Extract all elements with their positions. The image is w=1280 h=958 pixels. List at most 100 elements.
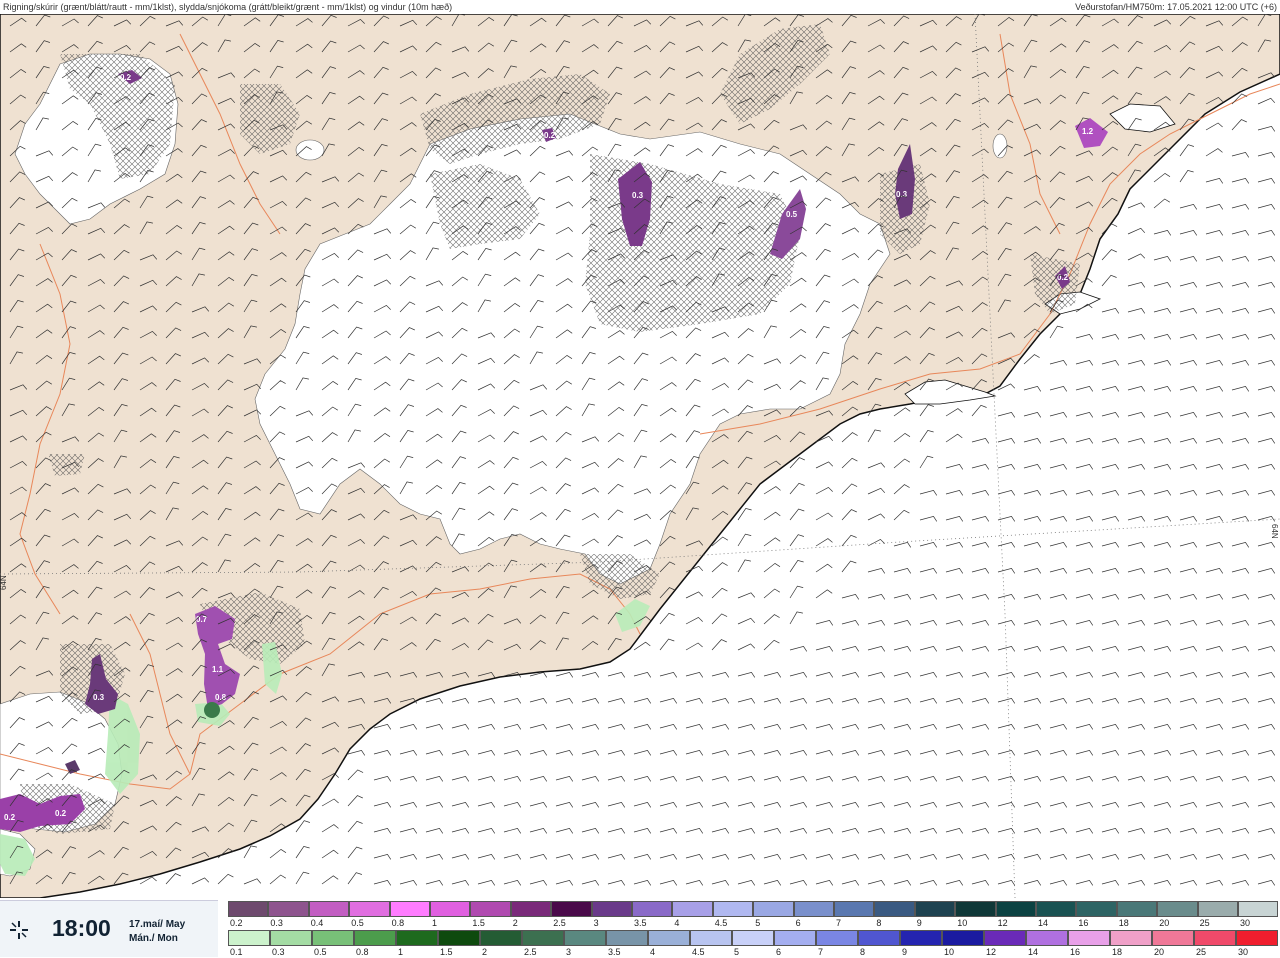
legend-swatch [470, 901, 511, 917]
legend-swatch [270, 930, 312, 946]
legend-label: 9 [916, 918, 922, 928]
legend-swatch [834, 901, 875, 917]
legend-swatch [228, 901, 269, 917]
legend-label: 1.5 [440, 947, 453, 957]
legend-swatch [914, 901, 956, 917]
legend-label: 1.5 [472, 918, 485, 928]
legend-swatch [522, 930, 564, 946]
legend-label: 4 [650, 947, 656, 957]
snow-legend-scale: 0.2 0.3 0.4 0.5 0.8 1 1.5 2 2.5 3 3.5 4 4.5 5 6 7 8 9 10 12… [228, 901, 1280, 928]
forecast-map: 64N 64N 0.2 0.2 0.3 0.5 0.3 1.2 0.2 0.7 … [0, 14, 1280, 898]
legend-swatch [312, 930, 354, 946]
glacier-small-north [295, 139, 325, 161]
valid-weekday: Mán./ Mon [129, 933, 178, 944]
legend-label: 0.8 [391, 918, 405, 928]
legend-swatch [955, 901, 996, 917]
legend-swatch [354, 930, 396, 946]
legend-label: 0.1 [230, 947, 243, 957]
legend-label: 6 [795, 918, 801, 928]
precip-label: 0.2 [544, 131, 556, 140]
legend-swatch [816, 930, 858, 946]
legend-swatch [1238, 901, 1279, 917]
latitude-label-right: 64N [1270, 524, 1279, 539]
legend-swatch [308, 901, 350, 917]
legend-label: 7 [836, 918, 842, 928]
valid-time-box: 18:00 17.maí/ May Mán./ Mon [0, 900, 218, 957]
footer: 18:00 17.maí/ May Mán./ Mon 0.2 0.3 0.4 0.5… [0, 898, 1280, 958]
legend-swatch [1157, 901, 1198, 917]
legend-label: 18 [1118, 918, 1129, 928]
legend-label: 20 [1154, 947, 1165, 957]
legend-swatch [1068, 930, 1110, 946]
legend-label: 4.5 [714, 918, 728, 928]
legend-label: 0.5 [314, 947, 327, 957]
precip-label: 0.2 [55, 809, 67, 818]
animation-icon[interactable] [8, 919, 30, 941]
legend-label: 14 [1038, 918, 1049, 928]
legend-label: 8 [876, 918, 882, 928]
legend-label: 30 [1238, 947, 1249, 957]
legend-swatch [793, 901, 834, 917]
legend-swatch [690, 930, 732, 946]
legend-swatch [1076, 901, 1117, 917]
legend-label: 4.5 [692, 947, 705, 957]
legend-label: 16 [1070, 947, 1081, 957]
latitude-label-left: 64N [0, 575, 8, 590]
legend-swatch [396, 930, 438, 946]
legend-swatch [874, 901, 915, 917]
legend-label: 3.5 [634, 918, 647, 928]
legend-label: 1 [398, 947, 404, 957]
legend-swatch [1110, 930, 1152, 946]
legend-swatch [438, 930, 480, 946]
legend-swatch [753, 901, 794, 917]
legend-label: 0.3 [272, 947, 285, 957]
legend-label: 2.5 [524, 947, 537, 957]
map-header: Rigning/skúrir (grænt/blátt/rautt - mm/1… [0, 0, 1280, 14]
precip-label: 1.1 [212, 665, 224, 674]
valid-time: 18:00 [52, 915, 111, 941]
legend-swatch [774, 930, 816, 946]
legend-swatch [1236, 930, 1278, 946]
legend-swatch [1197, 901, 1238, 917]
legend-swatch [732, 930, 774, 946]
rain-legend-scale: 0.1 0.3 0.5 0.8 1 1.5 2 2.5 3 3.5 4 4.5 5 6 7 8 9 10 12 14 1… [228, 930, 1280, 957]
legend-label: 2 [512, 918, 518, 928]
valid-date: 17.maí/ May [129, 919, 186, 930]
legend-swatch [389, 901, 430, 917]
legend-swatch [228, 930, 270, 946]
precip-label: 1.2 [1082, 127, 1094, 136]
legend-label: 30 [1240, 918, 1251, 928]
legend-label: 0.4 [310, 918, 324, 928]
legend-label: 14 [1028, 947, 1039, 957]
legend-swatch [510, 901, 552, 917]
legend-swatch [1036, 901, 1077, 917]
legend-swatch [900, 930, 942, 946]
legend-swatch [1152, 930, 1194, 946]
legend-label: 7 [818, 947, 824, 957]
legend-swatch [1026, 930, 1068, 946]
legend-swatch [648, 930, 690, 946]
legend-label: 4 [674, 918, 680, 928]
legend-swatch [942, 930, 984, 946]
legend-swatch [1194, 930, 1236, 946]
legend-label: 9 [902, 947, 908, 957]
legend-swatch [606, 930, 648, 946]
legend-swatch [995, 901, 1036, 917]
legend-swatch [712, 901, 754, 917]
legend-label: 16 [1078, 918, 1089, 928]
legend-swatch [430, 901, 471, 917]
legend-label: 10 [944, 947, 955, 957]
forecast-run-info: Veðurstofan/HM750m: 17.05.2021 12:00 UTC… [1075, 2, 1277, 12]
legend-label: 8 [860, 947, 866, 957]
legend-label: 18 [1112, 947, 1123, 957]
legend-swatch [984, 930, 1026, 946]
legend-label: 10 [957, 918, 968, 928]
legend-label: 0.2 [230, 918, 243, 928]
legend-label: 6 [776, 947, 782, 957]
legend-swatch [564, 930, 606, 946]
legend-swatch [672, 901, 713, 917]
legend-swatch [632, 901, 673, 917]
legend-swatch [349, 901, 390, 917]
legend-swatch [1116, 901, 1158, 917]
precip-label: 0.3 [632, 191, 644, 200]
